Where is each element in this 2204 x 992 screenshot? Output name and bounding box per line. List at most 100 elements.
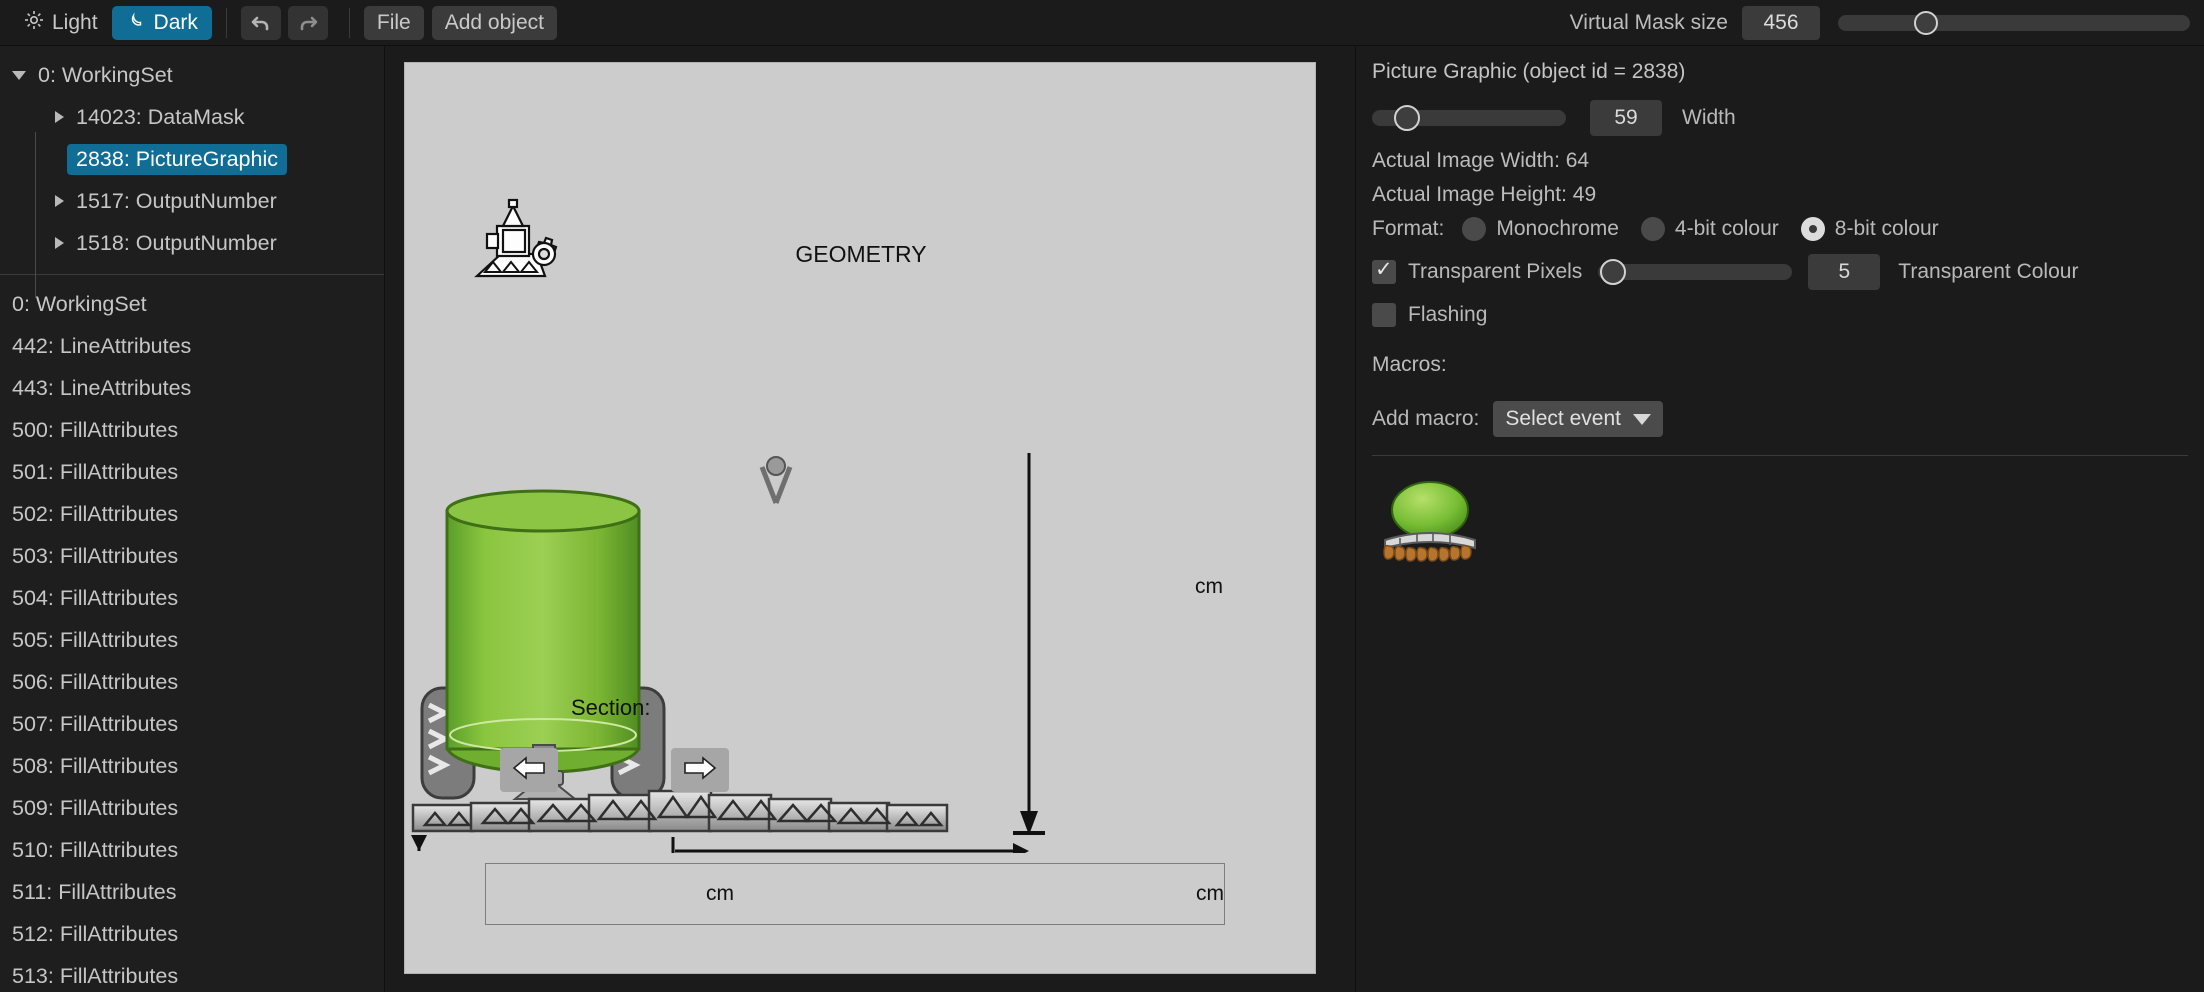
theme-light-label: Light — [52, 10, 98, 34]
list-item[interactable]: 500: FillAttributes — [0, 409, 384, 451]
chevron-down-icon[interactable] — [12, 70, 26, 80]
list-item[interactable]: 506: FillAttributes — [0, 661, 384, 703]
list-item[interactable]: 508: FillAttributes — [0, 745, 384, 787]
list-item-label: 503: FillAttributes — [12, 543, 179, 568]
list-item[interactable]: 443: LineAttributes — [0, 367, 384, 409]
redo-button[interactable] — [287, 5, 328, 40]
height-unit-label: cm — [1195, 575, 1223, 598]
page-title: GEOMETRY — [795, 241, 927, 267]
tree-item-label: 14023: DataMask — [76, 104, 245, 129]
tree-item-3[interactable]: 1517: OutputNumber — [0, 180, 384, 222]
transparent-colour-slider[interactable] — [1598, 259, 1793, 285]
sidebar-divider — [0, 274, 384, 275]
macros-label: Macros: — [1372, 353, 1447, 376]
section-previous-button[interactable] — [500, 748, 558, 792]
list-item[interactable]: 442: LineAttributes — [0, 325, 384, 367]
undo-button[interactable] — [240, 5, 281, 40]
virtual-terminal-screen[interactable]: GEOMETRY Section: cm cm cm — [404, 62, 1316, 974]
redo-arrow-icon — [296, 11, 320, 35]
transparent-colour-slider-knob[interactable] — [1600, 259, 1627, 285]
width-input[interactable]: 59 — [1590, 100, 1662, 136]
tree-item-1[interactable]: 14023: DataMask — [0, 96, 384, 138]
list-item[interactable]: 0: WorkingSet — [0, 283, 384, 325]
list-item[interactable]: 505: FillAttributes — [0, 619, 384, 661]
tree-item-label: 1517: OutputNumber — [76, 188, 277, 213]
format-label: Format: — [1372, 217, 1445, 240]
format-option-label-1: 4-bit colour — [1674, 217, 1779, 240]
list-item[interactable]: 512: FillAttributes — [0, 913, 384, 955]
transparent-pixels-row: Transparent Pixels 5 Transparent Colour — [1372, 254, 2188, 290]
tree-item-2[interactable]: 2838: PictureGraphic — [0, 138, 384, 180]
add-object-button[interactable]: Add object — [431, 5, 557, 40]
chevron-right-icon[interactable] — [55, 237, 64, 249]
list-item[interactable]: 503: FillAttributes — [0, 535, 384, 577]
list-item-label: 500: FillAttributes — [12, 417, 179, 442]
list-item-label: 505: FillAttributes — [12, 627, 179, 652]
list-item[interactable]: 502: FillAttributes — [0, 493, 384, 535]
slider-knob[interactable] — [1914, 10, 1938, 35]
theme-dark-button[interactable]: Dark — [111, 5, 212, 40]
list-item-label: 442: LineAttributes — [12, 333, 192, 358]
arrow-right-icon — [681, 755, 719, 786]
picture-graphic-preview[interactable] — [1372, 476, 1488, 564]
list-item-label: 504: FillAttributes — [12, 585, 179, 610]
transparent-pixels-label: Transparent Pixels — [1408, 260, 1583, 283]
chevron-down-icon — [1632, 413, 1651, 425]
list-item[interactable]: 511: FillAttributes — [0, 871, 384, 913]
list-item[interactable]: 510: FillAttributes — [0, 829, 384, 871]
theme-dark-label: Dark — [153, 10, 198, 34]
width-slider[interactable] — [1372, 105, 1566, 131]
moon-icon — [126, 10, 146, 36]
list-item-label: 508: FillAttributes — [12, 753, 179, 778]
list-item-label: 511: FillAttributes — [12, 879, 177, 904]
list-item[interactable]: 501: FillAttributes — [0, 451, 384, 493]
list-item-label: 0: WorkingSet — [12, 291, 147, 316]
section-next-button[interactable] — [671, 748, 729, 792]
list-item-label: 506: FillAttributes — [12, 669, 179, 694]
list-item-label: 513: FillAttributes — [12, 963, 179, 988]
tree-item-label: 2838: PictureGraphic — [67, 143, 287, 175]
list-item-label: 509: FillAttributes — [12, 795, 179, 820]
tree-item-label: 1518: OutputNumber — [76, 230, 277, 255]
sun-icon — [24, 10, 44, 36]
theme-light-button[interactable]: Light — [10, 6, 112, 40]
object-flat-list: 0: WorkingSet 442: LineAttributes 443: Lin… — [0, 283, 384, 992]
object-tree-sidebar: 0: WorkingSet 14023: DataMask 2838: Pictur… — [0, 46, 385, 992]
properties-divider — [1372, 455, 2188, 456]
list-item[interactable]: 513: FillAttributes — [0, 955, 384, 992]
list-item[interactable]: 504: FillAttributes — [0, 577, 384, 619]
list-item-label: 512: FillAttributes — [12, 921, 179, 946]
section-label: Section: — [571, 695, 651, 720]
list-item-label: 501: FillAttributes — [12, 459, 179, 484]
format-row: Format: Monochrome 4-bit colour 8-bit co… — [1372, 217, 2188, 241]
chevron-right-icon[interactable] — [55, 195, 64, 207]
select-event-label: Select event — [1505, 407, 1621, 430]
list-item-label: 502: FillAttributes — [12, 501, 179, 526]
virtual-mask-size-slider[interactable] — [1838, 10, 2190, 35]
file-menu-button[interactable]: File — [363, 5, 424, 40]
format-radio-8bit[interactable] — [1800, 217, 1825, 241]
format-radio-monochrome[interactable] — [1462, 217, 1487, 241]
tree-item-0[interactable]: 0: WorkingSet — [0, 54, 384, 96]
format-radio-4bit[interactable] — [1640, 217, 1665, 241]
transparent-colour-label: Transparent Colour — [1898, 260, 2079, 283]
virtual-mask-size-label: Virtual Mask size — [1569, 10, 1728, 34]
toolbar-divider-2 — [348, 7, 350, 38]
flashing-row: Flashing — [1372, 303, 2188, 327]
top-toolbar: Light Dark File Add object Virtual Mask … — [0, 0, 2204, 46]
width-slider-knob[interactable] — [1394, 105, 1420, 131]
list-item[interactable]: 509: FillAttributes — [0, 787, 384, 829]
transparent-colour-input[interactable]: 5 — [1808, 254, 1881, 290]
transparent-pixels-checkbox[interactable] — [1372, 257, 1396, 284]
select-event-dropdown[interactable]: Select event — [1493, 401, 1663, 437]
virtual-mask-size-input[interactable]: 456 — [1742, 5, 1820, 40]
undo-arrow-icon — [249, 11, 273, 35]
list-item[interactable]: 507: FillAttributes — [0, 703, 384, 745]
chevron-right-icon[interactable] — [55, 111, 64, 123]
actual-image-width: Actual Image Width: 64 — [1372, 149, 1590, 172]
flashing-label: Flashing — [1408, 303, 1488, 326]
width-readout-box[interactable]: cm cm — [485, 863, 1225, 925]
flashing-checkbox[interactable] — [1372, 303, 1396, 327]
tree-item-4[interactable]: 1518: OutputNumber — [0, 222, 384, 264]
format-option-label-2: 8-bit colour — [1834, 217, 1939, 240]
